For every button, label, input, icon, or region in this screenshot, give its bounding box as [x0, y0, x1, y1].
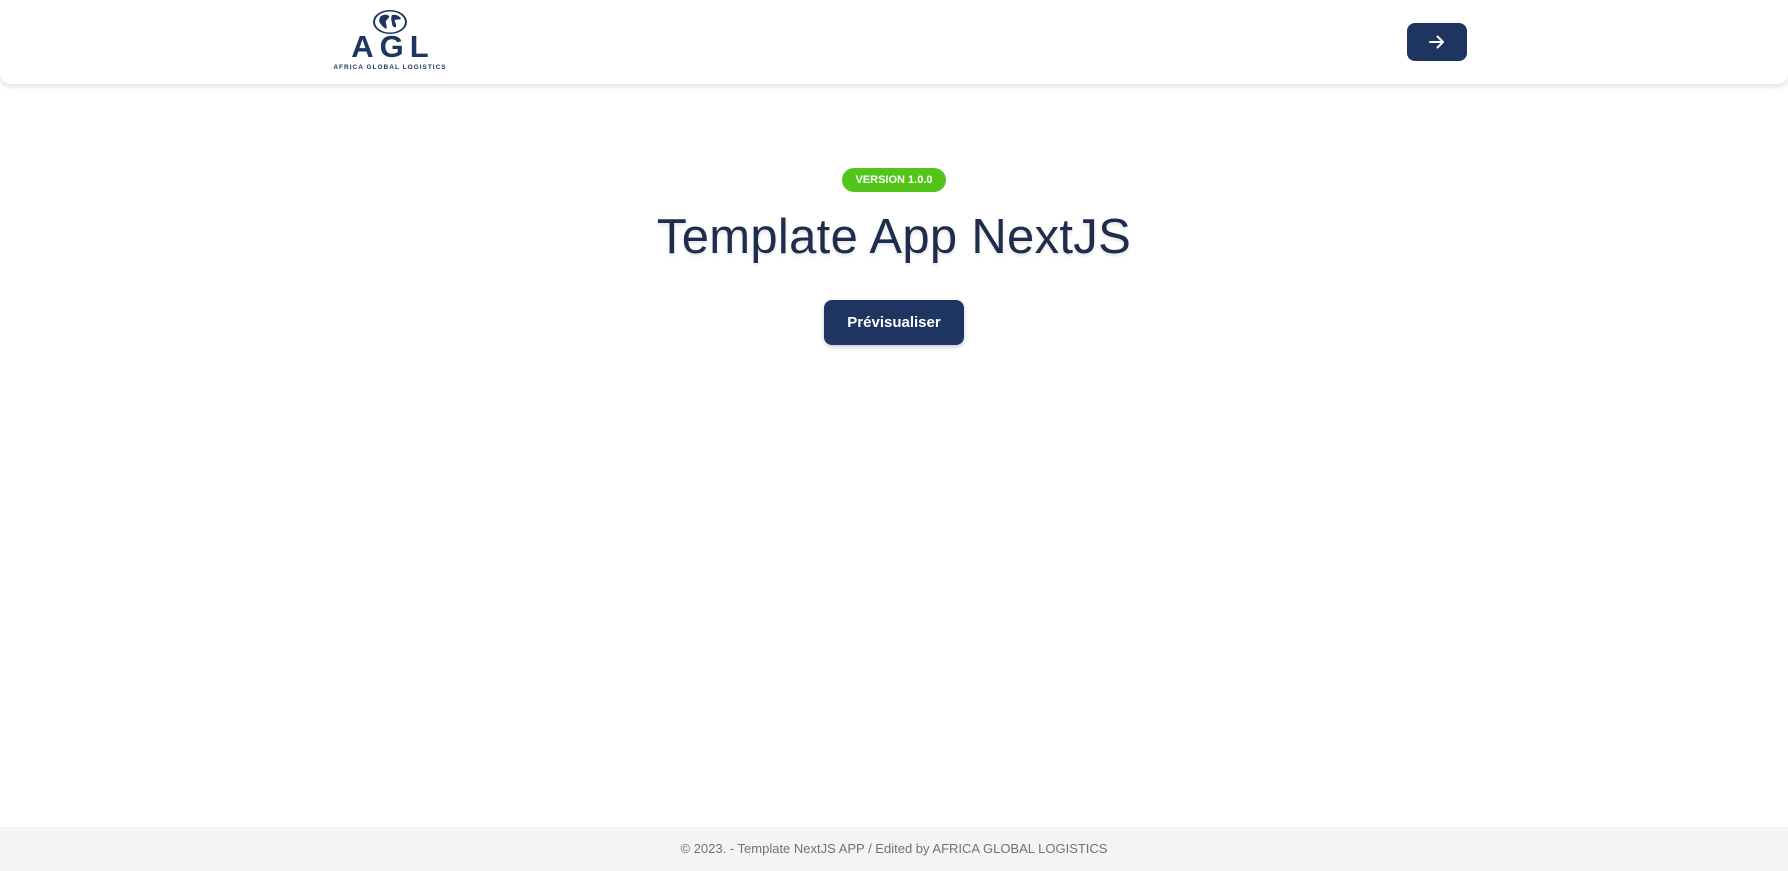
hero-section: VERSION 1.0.0 Template App NextJS Prévis… [0, 168, 1788, 345]
top-navbar: AGL AFRICA GLOBAL LOGISTICS [0, 0, 1788, 84]
page-title: Template App NextJS [656, 210, 1132, 264]
page-footer: © 2023. - Template NextJS APP / Edited b… [0, 827, 1788, 871]
logo-tagline: AFRICA GLOBAL LOGISTICS [333, 64, 447, 71]
arrow-right-icon [1429, 35, 1444, 49]
logo-letters: AGL [351, 29, 435, 64]
preview-button[interactable]: Prévisualiser [824, 300, 964, 345]
footer-copyright: © 2023. - Template NextJS APP / Edited b… [680, 841, 1108, 856]
agl-logo[interactable]: AGL AFRICA GLOBAL LOGISTICS [333, 9, 447, 73]
login-arrow-button[interactable] [1407, 23, 1467, 61]
version-badge: VERSION 1.0.0 [842, 168, 946, 192]
